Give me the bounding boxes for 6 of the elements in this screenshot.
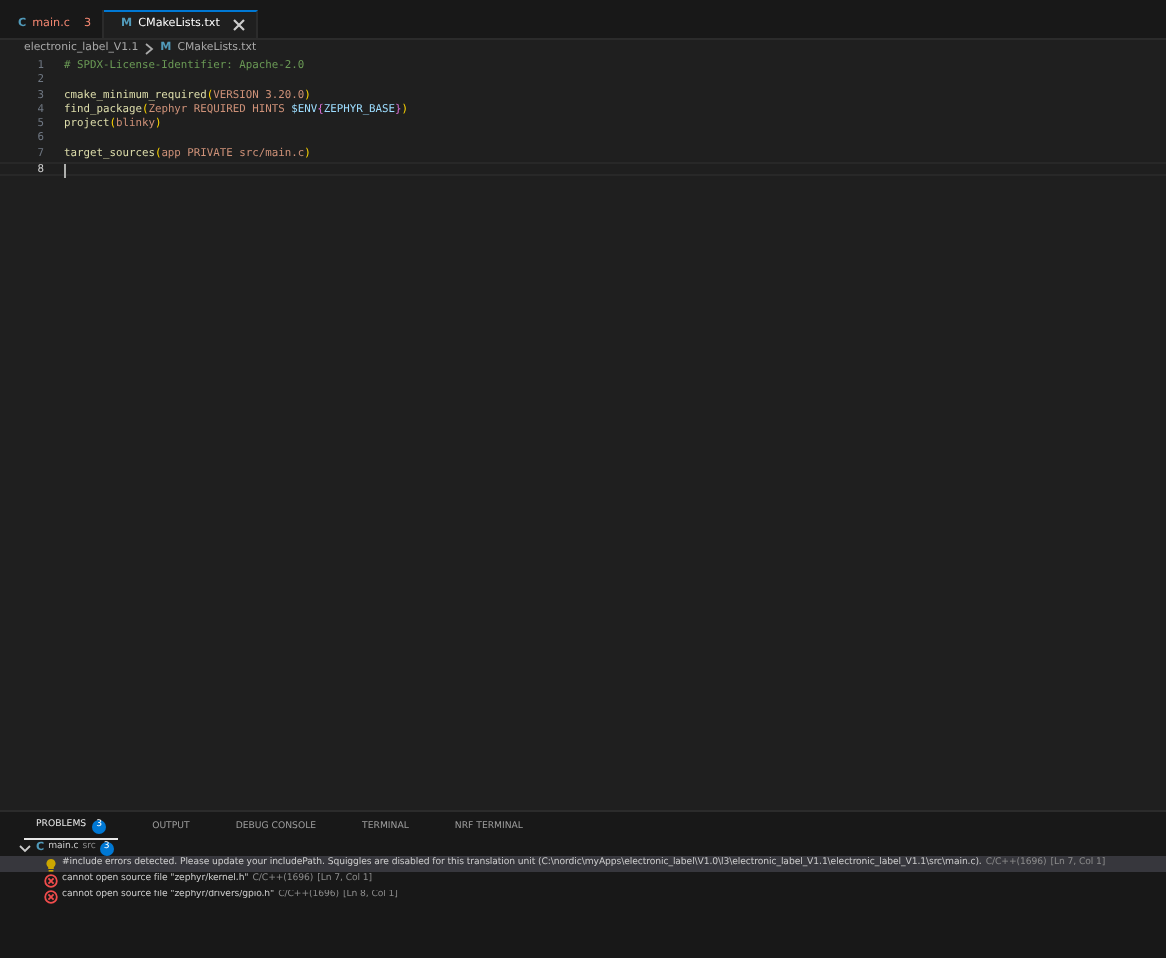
- chevron-right-icon: [144, 42, 155, 56]
- lightbulb-icon: [44, 857, 58, 872]
- close-icon: [231, 18, 246, 32]
- text-cursor: [64, 164, 66, 179]
- chevron-icon: [18, 841, 32, 856]
- problem-row[interactable]: [0, 856, 1166, 873]
